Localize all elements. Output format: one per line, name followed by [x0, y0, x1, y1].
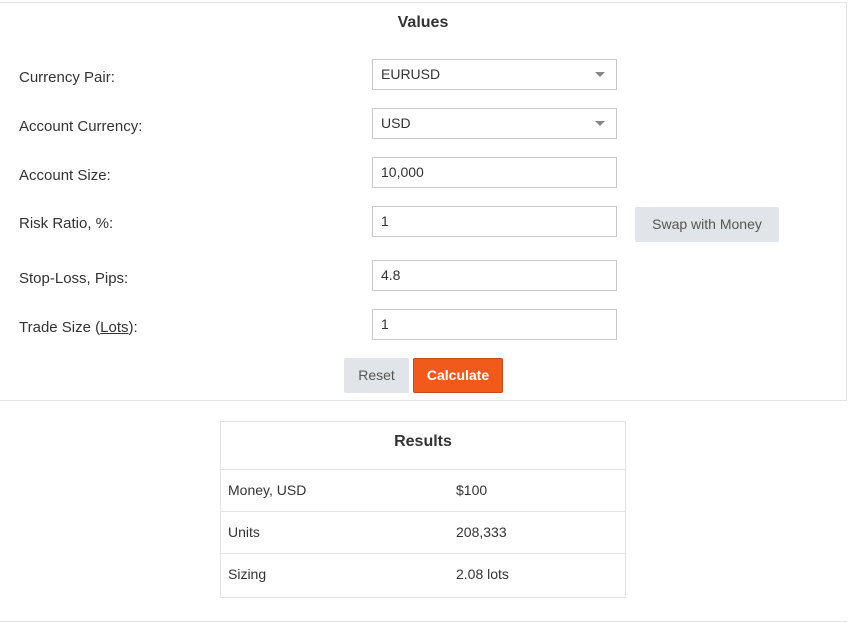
- account-currency-value: USD: [381, 115, 411, 131]
- account-currency-label: Account Currency:: [19, 118, 143, 135]
- account-size-input[interactable]: 10,000: [372, 157, 617, 188]
- trade-size-label-prefix: Trade Size (: [19, 319, 101, 336]
- chevron-down-icon: [595, 72, 605, 77]
- trade-size-label: Trade Size (Lots):: [19, 319, 138, 336]
- table-row: Money, USD $100: [221, 470, 625, 512]
- risk-ratio-input[interactable]: 1: [372, 206, 617, 237]
- results-table: Results Money, USD $100 Units 208,333 Si…: [220, 421, 626, 598]
- account-currency-select[interactable]: USD: [372, 108, 617, 139]
- trade-size-input[interactable]: 1: [372, 309, 617, 340]
- account-size-label: Account Size:: [19, 167, 111, 184]
- swap-with-money-button[interactable]: Swap with Money: [635, 207, 779, 242]
- stop-loss-label: Stop-Loss, Pips:: [19, 270, 129, 287]
- trade-size-label-suffix: ):: [128, 319, 138, 336]
- stop-loss-input[interactable]: 4.8: [372, 260, 617, 291]
- reset-button[interactable]: Reset: [344, 358, 409, 393]
- result-value: 208,333: [456, 524, 507, 540]
- values-title: Values: [397, 14, 449, 31]
- result-value: 2.08 lots: [456, 566, 509, 582]
- table-row: Units 208,333: [221, 512, 625, 554]
- bottom-divider: [0, 621, 847, 622]
- result-value: $100: [456, 482, 488, 498]
- calculate-button[interactable]: Calculate: [413, 358, 503, 393]
- currency-pair-select[interactable]: EURUSD: [372, 59, 617, 90]
- values-panel: Values Currency Pair: EURUSD Account Cur…: [0, 2, 847, 401]
- result-key: Money, USD: [228, 482, 307, 498]
- risk-ratio-label: Risk Ratio, %:: [19, 215, 114, 232]
- lots-link[interactable]: Lots: [100, 319, 128, 336]
- results-title: Results: [221, 422, 625, 470]
- table-row: Sizing 2.08 lots: [221, 554, 625, 597]
- result-key: Sizing: [228, 566, 267, 582]
- result-key: Units: [228, 524, 260, 540]
- currency-pair-value: EURUSD: [381, 66, 441, 82]
- chevron-down-icon: [595, 121, 605, 126]
- currency-pair-label: Currency Pair:: [19, 69, 115, 86]
